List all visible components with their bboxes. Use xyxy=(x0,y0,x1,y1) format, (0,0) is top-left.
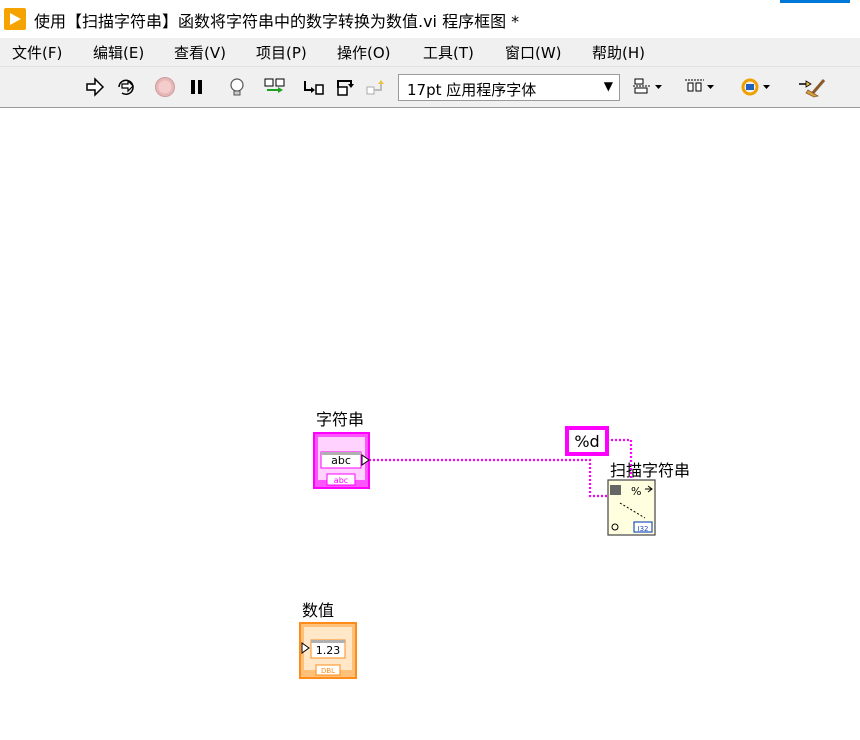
string-wire[interactable] xyxy=(369,458,608,498)
menu-view[interactable]: 查看(V) xyxy=(174,42,226,63)
numeric-indicator-label[interactable]: 数值 xyxy=(302,597,334,621)
clean-up-diagram-icon[interactable] xyxy=(796,76,826,98)
step-out-icon[interactable] xyxy=(364,76,388,98)
menu-bar: 文件(F) 编辑(E) 查看(V) 项目(P) 操作(O) 工具(T) 窗口(W… xyxy=(0,38,860,67)
numeric-indicator-inner-text: 1.23 xyxy=(316,644,341,657)
menu-tools[interactable]: 工具(T) xyxy=(423,42,474,63)
string-control-inner-text: abc xyxy=(331,454,351,467)
block-diagram-canvas[interactable]: abc abc %d % I32 1.23 DBL 字符串 扫描字符串 数值 xyxy=(0,108,860,740)
menu-help[interactable]: 帮助(H) xyxy=(592,42,645,63)
string-type-badge: abc xyxy=(334,476,348,485)
window-accent xyxy=(780,0,850,3)
font-size-select[interactable]: 17pt 应用程序字体 ▼ xyxy=(398,74,620,101)
step-into-icon[interactable] xyxy=(302,76,326,98)
step-over-icon[interactable] xyxy=(334,76,358,98)
font-select-value: 17pt 应用程序字体 xyxy=(407,81,537,99)
align-objects-icon[interactable] xyxy=(632,76,662,98)
abort-stop-icon[interactable] xyxy=(154,76,178,98)
menu-window[interactable]: 窗口(W) xyxy=(505,42,562,63)
pause-icon[interactable] xyxy=(186,76,210,98)
reorder-icon[interactable] xyxy=(740,76,770,98)
scan-output-badge: I32 xyxy=(638,525,649,533)
scan-string-label[interactable]: 扫描字符串 xyxy=(610,457,690,481)
chevron-down-icon: ▼ xyxy=(603,79,613,93)
retain-wire-values-icon[interactable] xyxy=(262,76,286,98)
title-bar: 使用【扫描字符串】函数将字符串中的数字转换为数值.vi 程序框图 * xyxy=(0,0,860,38)
svg-text:%: % xyxy=(631,485,641,498)
window-title: 使用【扫描字符串】函数将字符串中的数字转换为数值.vi 程序框图 * xyxy=(34,12,520,31)
labview-app-icon xyxy=(4,8,26,30)
numeric-type-badge: DBL xyxy=(321,667,335,675)
format-constant-text: %d xyxy=(574,432,599,451)
menu-edit[interactable]: 编辑(E) xyxy=(93,42,144,63)
menu-file[interactable]: 文件(F) xyxy=(12,42,62,63)
distribute-objects-icon[interactable] xyxy=(684,76,714,98)
string-control-label[interactable]: 字符串 xyxy=(316,406,364,430)
run-arrow-icon[interactable] xyxy=(84,76,108,98)
highlight-execution-bulb-icon[interactable] xyxy=(226,76,250,98)
run-continuously-icon[interactable] xyxy=(114,76,138,98)
menu-operate[interactable]: 操作(O) xyxy=(337,42,391,63)
menu-project[interactable]: 项目(P) xyxy=(256,42,307,63)
diagram-svg: abc abc %d % I32 1.23 DBL xyxy=(299,426,656,679)
